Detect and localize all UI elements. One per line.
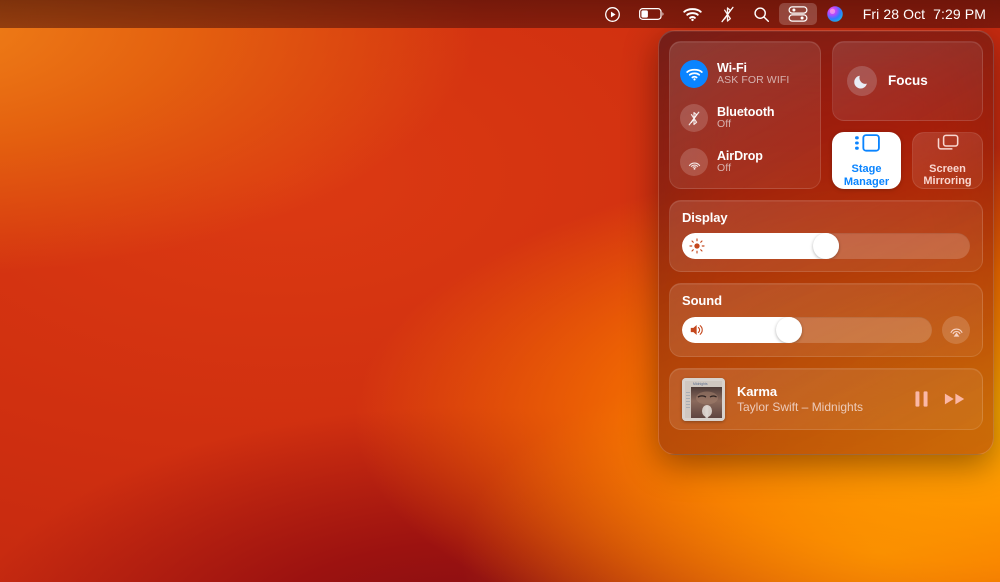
sound-slider-knob[interactable]	[776, 317, 803, 343]
battery-icon[interactable]	[630, 3, 674, 25]
display-brightness-slider[interactable]	[682, 233, 970, 259]
stage-manager-label: Stage Manager	[843, 163, 890, 188]
now-playing-icon[interactable]	[595, 3, 630, 25]
display-title: Display	[682, 210, 728, 225]
connectivity-row-airdrop[interactable]: AirDrop Off	[670, 140, 820, 184]
sound-volume-slider[interactable]	[682, 317, 932, 343]
screen-mirroring-label: Screen Mirroring	[923, 162, 972, 188]
album-artwork[interactable]: Midnights	[682, 377, 725, 421]
control-center-right-column: Focus Stage Manager Screen Mirroring	[832, 41, 983, 189]
control-center-panel: Wi-Fi ASK FOR WIFI Bluetooth Off AirDrop…	[658, 30, 994, 455]
wifi-icon[interactable]	[674, 3, 711, 25]
display-slider-row	[682, 233, 970, 259]
sound-card: Sound	[669, 283, 983, 357]
connectivity-text: Wi-Fi ASK FOR WIFI	[717, 61, 789, 87]
airdrop-icon[interactable]	[680, 148, 708, 176]
screen-mirroring-tile[interactable]: Screen Mirroring	[912, 131, 983, 189]
sound-slider-row	[682, 316, 970, 344]
display-slider-knob[interactable]	[813, 233, 839, 259]
connectivity-row-wifi[interactable]: Wi-Fi ASK FOR WIFI	[670, 52, 820, 96]
pause-icon[interactable]	[913, 390, 930, 408]
svg-text:Midnights: Midnights	[693, 382, 708, 386]
bluetooth-off-icon[interactable]	[680, 104, 708, 132]
stage-manager-icon	[854, 132, 880, 159]
bluetooth-status: Off	[717, 118, 732, 131]
connectivity-text: Bluetooth Off	[717, 105, 775, 131]
control-center-top-row: Wi-Fi ASK FOR WIFI Bluetooth Off AirDrop…	[669, 41, 983, 189]
bluetooth-title: Bluetooth	[717, 105, 775, 120]
airdrop-title: AirDrop	[717, 149, 763, 164]
connectivity-row-bluetooth[interactable]: Bluetooth Off	[670, 96, 820, 140]
now-playing-text: Karma Taylor Swift – Midnights	[737, 384, 913, 414]
stage-manager-tile[interactable]: Stage Manager	[832, 131, 901, 189]
airdrop-status: Off	[717, 162, 732, 175]
focus-label: Focus	[888, 73, 928, 89]
now-playing-title: Karma	[737, 384, 777, 399]
wifi-title: Wi-Fi	[717, 61, 747, 76]
menu-bar-clock[interactable]: Fri 28 Oct 7:29 PM	[853, 6, 992, 22]
siri-icon[interactable]	[817, 3, 853, 25]
control-center-tiles: Stage Manager Screen Mirroring	[832, 131, 983, 189]
focus-card[interactable]: Focus	[832, 41, 983, 121]
now-playing-subtitle: Taylor Swift – Midnights	[737, 399, 864, 414]
airplay-icon[interactable]	[942, 316, 970, 344]
screen-mirroring-icon	[936, 133, 960, 159]
menu-bar: Fri 28 Oct 7:29 PM	[0, 0, 1000, 28]
connectivity-card: Wi-Fi ASK FOR WIFI Bluetooth Off AirDrop…	[669, 41, 821, 189]
now-playing-card: Midnights Karma Taylor Swift – Midnights	[669, 368, 983, 430]
brightness-icon	[689, 238, 705, 254]
control-center-icon[interactable]	[778, 3, 817, 25]
volume-icon	[689, 322, 705, 338]
fast-forward-icon[interactable]	[944, 391, 966, 407]
sound-title: Sound	[682, 293, 722, 308]
bluetooth-off-icon[interactable]	[711, 3, 744, 25]
display-card: Display	[669, 200, 983, 272]
search-icon[interactable]	[744, 3, 779, 25]
connectivity-text: AirDrop Off	[717, 149, 763, 175]
now-playing-controls	[913, 390, 970, 408]
moon-icon	[847, 65, 877, 96]
wifi-icon[interactable]	[680, 60, 708, 88]
wifi-network-name: ASK FOR WIFI	[717, 74, 790, 87]
